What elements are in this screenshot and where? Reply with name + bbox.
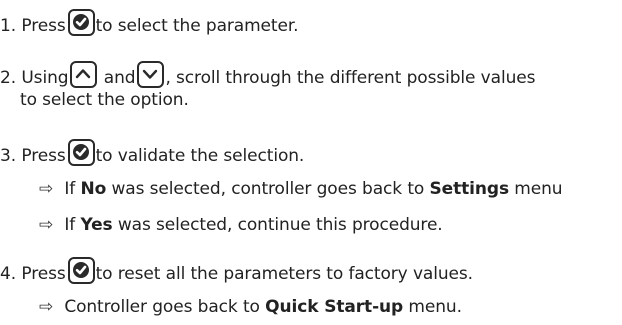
result-text: If <box>64 215 76 235</box>
step-text: Press <box>21 16 66 36</box>
step-3: 3. Press to validate the selection. <box>0 139 304 167</box>
step-text: Press <box>21 264 66 284</box>
instruction-page: { "steps": [ { "number": "1.", "before":… <box>0 0 622 325</box>
check-button-icon <box>67 9 95 36</box>
step-text: and <box>103 68 136 88</box>
result-yes: ⇨ If Yes was selected, continue this pro… <box>39 214 443 236</box>
result-text: menu <box>514 179 563 199</box>
result-text: was selected, controller goes back to <box>111 179 425 199</box>
step-text: to select the option. <box>20 90 189 110</box>
check-button-icon <box>67 257 95 284</box>
result-text: menu. <box>408 297 462 317</box>
result-bold: Yes <box>80 215 113 235</box>
down-arrow-button-icon <box>137 61 165 88</box>
up-arrow-button-icon <box>70 61 98 88</box>
step-number: 4. <box>0 264 17 284</box>
result-arrow-icon: ⇨ <box>39 179 54 199</box>
step-text: to select the parameter. <box>95 16 299 36</box>
step-4: 4. Press to reset all the parameters to f… <box>0 257 473 285</box>
step-text: to reset all the parameters to factory v… <box>95 264 473 284</box>
step-number: 2. <box>0 68 17 88</box>
step-2: 2. Using and , scroll through the differe… <box>0 61 535 89</box>
result-arrow-icon: ⇨ <box>39 215 54 235</box>
result-text: was selected, continue this procedure. <box>117 215 443 235</box>
result-bold: Quick Start-up <box>265 297 404 317</box>
result-text: Controller goes back to <box>64 297 260 317</box>
step-number: 1. <box>0 16 17 36</box>
step-2-continuation: to select the option. <box>20 89 189 111</box>
result-bold: Settings <box>429 179 510 199</box>
result-text: If <box>64 179 76 199</box>
step-text: Using <box>21 68 69 88</box>
result-no: ⇨ If No was selected, controller goes ba… <box>39 178 563 200</box>
step-text: , scroll through the different possible … <box>165 68 536 88</box>
result-final: ⇨ Controller goes back to Quick Start-up… <box>39 296 462 318</box>
step-number: 3. <box>0 146 17 166</box>
result-arrow-icon: ⇨ <box>39 297 54 317</box>
result-bold: No <box>80 179 107 199</box>
step-text: to validate the selection. <box>95 146 305 166</box>
step-text: Press <box>21 146 66 166</box>
check-button-icon <box>67 139 95 166</box>
step-1: 1. Press to select the parameter. <box>0 9 299 37</box>
